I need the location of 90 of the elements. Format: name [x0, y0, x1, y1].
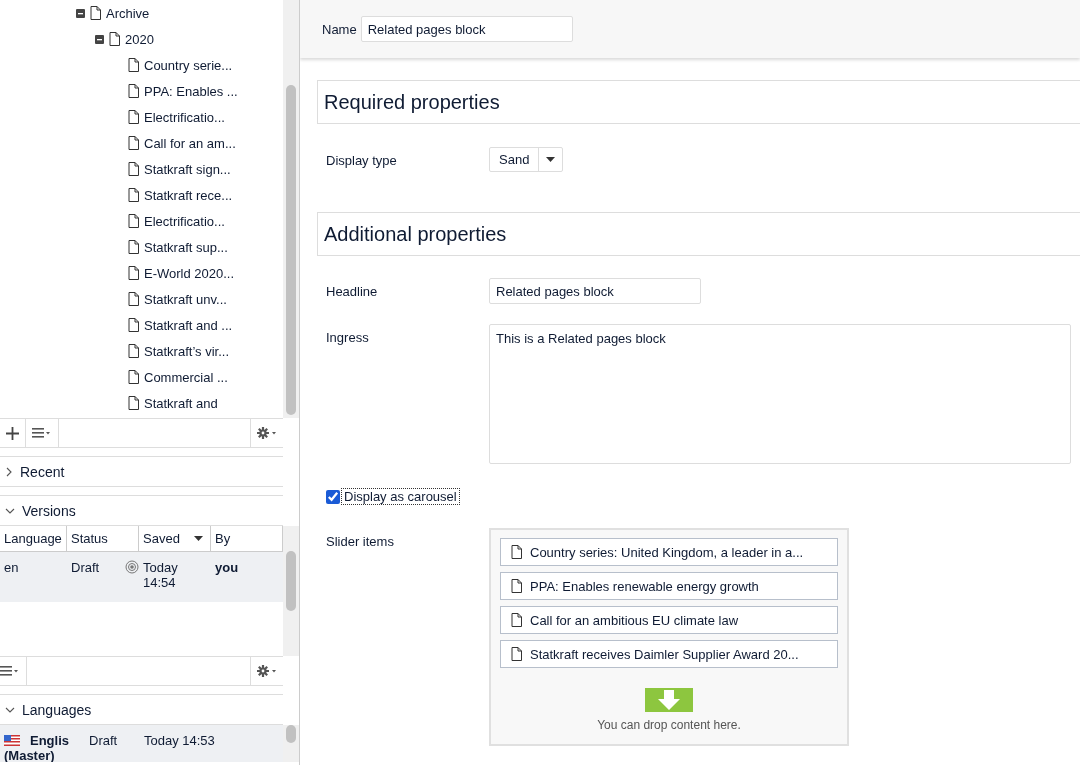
tree-item[interactable]: Statkraft and — [144, 395, 218, 411]
tree-item[interactable]: Country serie... — [144, 57, 233, 73]
page-icon — [128, 240, 139, 254]
tree-item[interactable]: E-World 2020... — [144, 265, 235, 281]
content-item-title: Call for an ambitious EU climate law — [530, 612, 739, 628]
table-cell-text: en — [4, 560, 20, 577]
table-cell-text: you — [215, 560, 240, 577]
checkbox-label[interactable]: Display as carousel — [342, 489, 459, 504]
panel-title: Versions — [22, 502, 76, 519]
page-icon — [511, 545, 522, 559]
tree-item[interactable]: Electrificatio... — [144, 213, 225, 229]
tree-item[interactable]: Statkraft sign... — [144, 161, 231, 177]
menu-button[interactable] — [0, 657, 27, 685]
column-label: By — [215, 531, 231, 546]
scrollbar[interactable] — [283, 526, 299, 656]
tree-item[interactable]: Statkraft unv... — [144, 291, 227, 307]
display-type-dropdown[interactable]: Sand — [489, 147, 564, 172]
checkbox[interactable] — [326, 489, 340, 504]
field-label: Name — [322, 21, 357, 37]
table-cell-text: Today 14:53 — [144, 733, 216, 750]
page-icon — [128, 214, 139, 228]
text-field[interactable]: Related pages block — [489, 278, 701, 304]
content-item[interactable]: PPA: Enables renewable energy growth — [500, 572, 838, 600]
page-icon — [128, 292, 139, 306]
panel-title: Languages — [22, 701, 92, 718]
panel-header[interactable]: Recent — [0, 456, 283, 487]
table-cell-text: Draft — [89, 733, 119, 750]
content-item-title: Country series: United Kingdom, a leader in a... — [530, 544, 804, 560]
tree-item[interactable]: PPA: Enables ... — [144, 83, 238, 99]
panel-title: Recent — [20, 463, 65, 480]
field-label: Headline — [326, 283, 379, 299]
page-icon — [511, 647, 522, 661]
page-icon — [128, 162, 139, 176]
field-label: Display type — [326, 152, 398, 168]
page-icon — [128, 58, 139, 72]
page-icon — [128, 266, 139, 280]
page-icon — [128, 370, 139, 384]
settings-icon — [257, 427, 277, 439]
page-icon — [128, 344, 139, 358]
settings-icon — [257, 665, 277, 677]
field-label: Slider items — [326, 533, 395, 549]
content-item-title: Statkraft receives Daimler Supplier Award 20... — [530, 646, 799, 662]
content-item-title: PPA: Enables renewable energy growth — [530, 578, 759, 594]
content-item[interactable]: Statkraft receives Daimler Supplier Award 20... — [500, 640, 838, 668]
tree-item[interactable]: Statkraft sup... — [144, 239, 228, 255]
tree-item[interactable]: Archive — [106, 5, 150, 21]
caret-icon — [546, 157, 556, 162]
tree-item[interactable]: Call for an am... — [144, 135, 236, 151]
scrollbar[interactable] — [283, 725, 299, 762]
language-name: Englis — [30, 733, 69, 748]
flag-icon — [4, 735, 20, 746]
page-icon — [511, 579, 522, 593]
menu-icon — [0, 665, 20, 677]
page-icon — [128, 396, 139, 410]
section-heading: Additional properties — [317, 212, 1080, 256]
page-icon — [90, 6, 101, 20]
field-label: Ingress — [326, 329, 370, 345]
plus-icon — [6, 426, 19, 440]
version-row[interactable]: en Draft Today 14:54 you — [0, 552, 283, 602]
page-icon — [128, 84, 139, 98]
page-icon — [511, 613, 522, 627]
panel-header[interactable]: Versions — [0, 495, 283, 526]
column-label: Language — [4, 531, 62, 546]
language-row[interactable]: Englis (Master) Draft Today 14:53 — [0, 725, 283, 762]
menu-icon — [32, 427, 52, 439]
tree-item[interactable]: Commercial ... — [144, 369, 228, 385]
section-heading: Required properties — [317, 80, 1080, 124]
tree-item[interactable]: Electrificatio... — [144, 109, 225, 125]
master-label: (Master) — [4, 748, 56, 762]
drop-hint: You can drop content here. — [597, 718, 741, 732]
content-item[interactable]: Country series: United Kingdom, a leader in a... — [500, 538, 838, 566]
target-icon — [125, 560, 139, 574]
text-area[interactable]: This is a Related pages block — [489, 324, 1071, 464]
content-item[interactable]: Call for an ambitious EU climate law — [500, 606, 838, 634]
tree-item[interactable]: 2020 — [125, 31, 154, 47]
table-cell-text: Today 14:54 — [143, 560, 179, 592]
page-icon — [128, 318, 139, 332]
tree-item[interactable]: Statkraft and ... — [144, 317, 233, 333]
panel-header[interactable]: Languages — [0, 694, 283, 725]
page-icon — [109, 32, 120, 46]
name-field[interactable]: Related pages block — [360, 16, 573, 42]
page-icon — [128, 136, 139, 150]
column-label: Status — [71, 531, 108, 546]
page-icon — [128, 188, 139, 202]
column-label: Saved — [143, 531, 180, 546]
table-cell-text: Draft — [71, 560, 101, 577]
page-icon — [128, 110, 139, 124]
tree-item[interactable]: Statkraft rece... — [144, 187, 233, 203]
scrollbar[interactable] — [283, 0, 299, 418]
tree-item[interactable]: Statkraft’s vir... — [144, 343, 229, 359]
